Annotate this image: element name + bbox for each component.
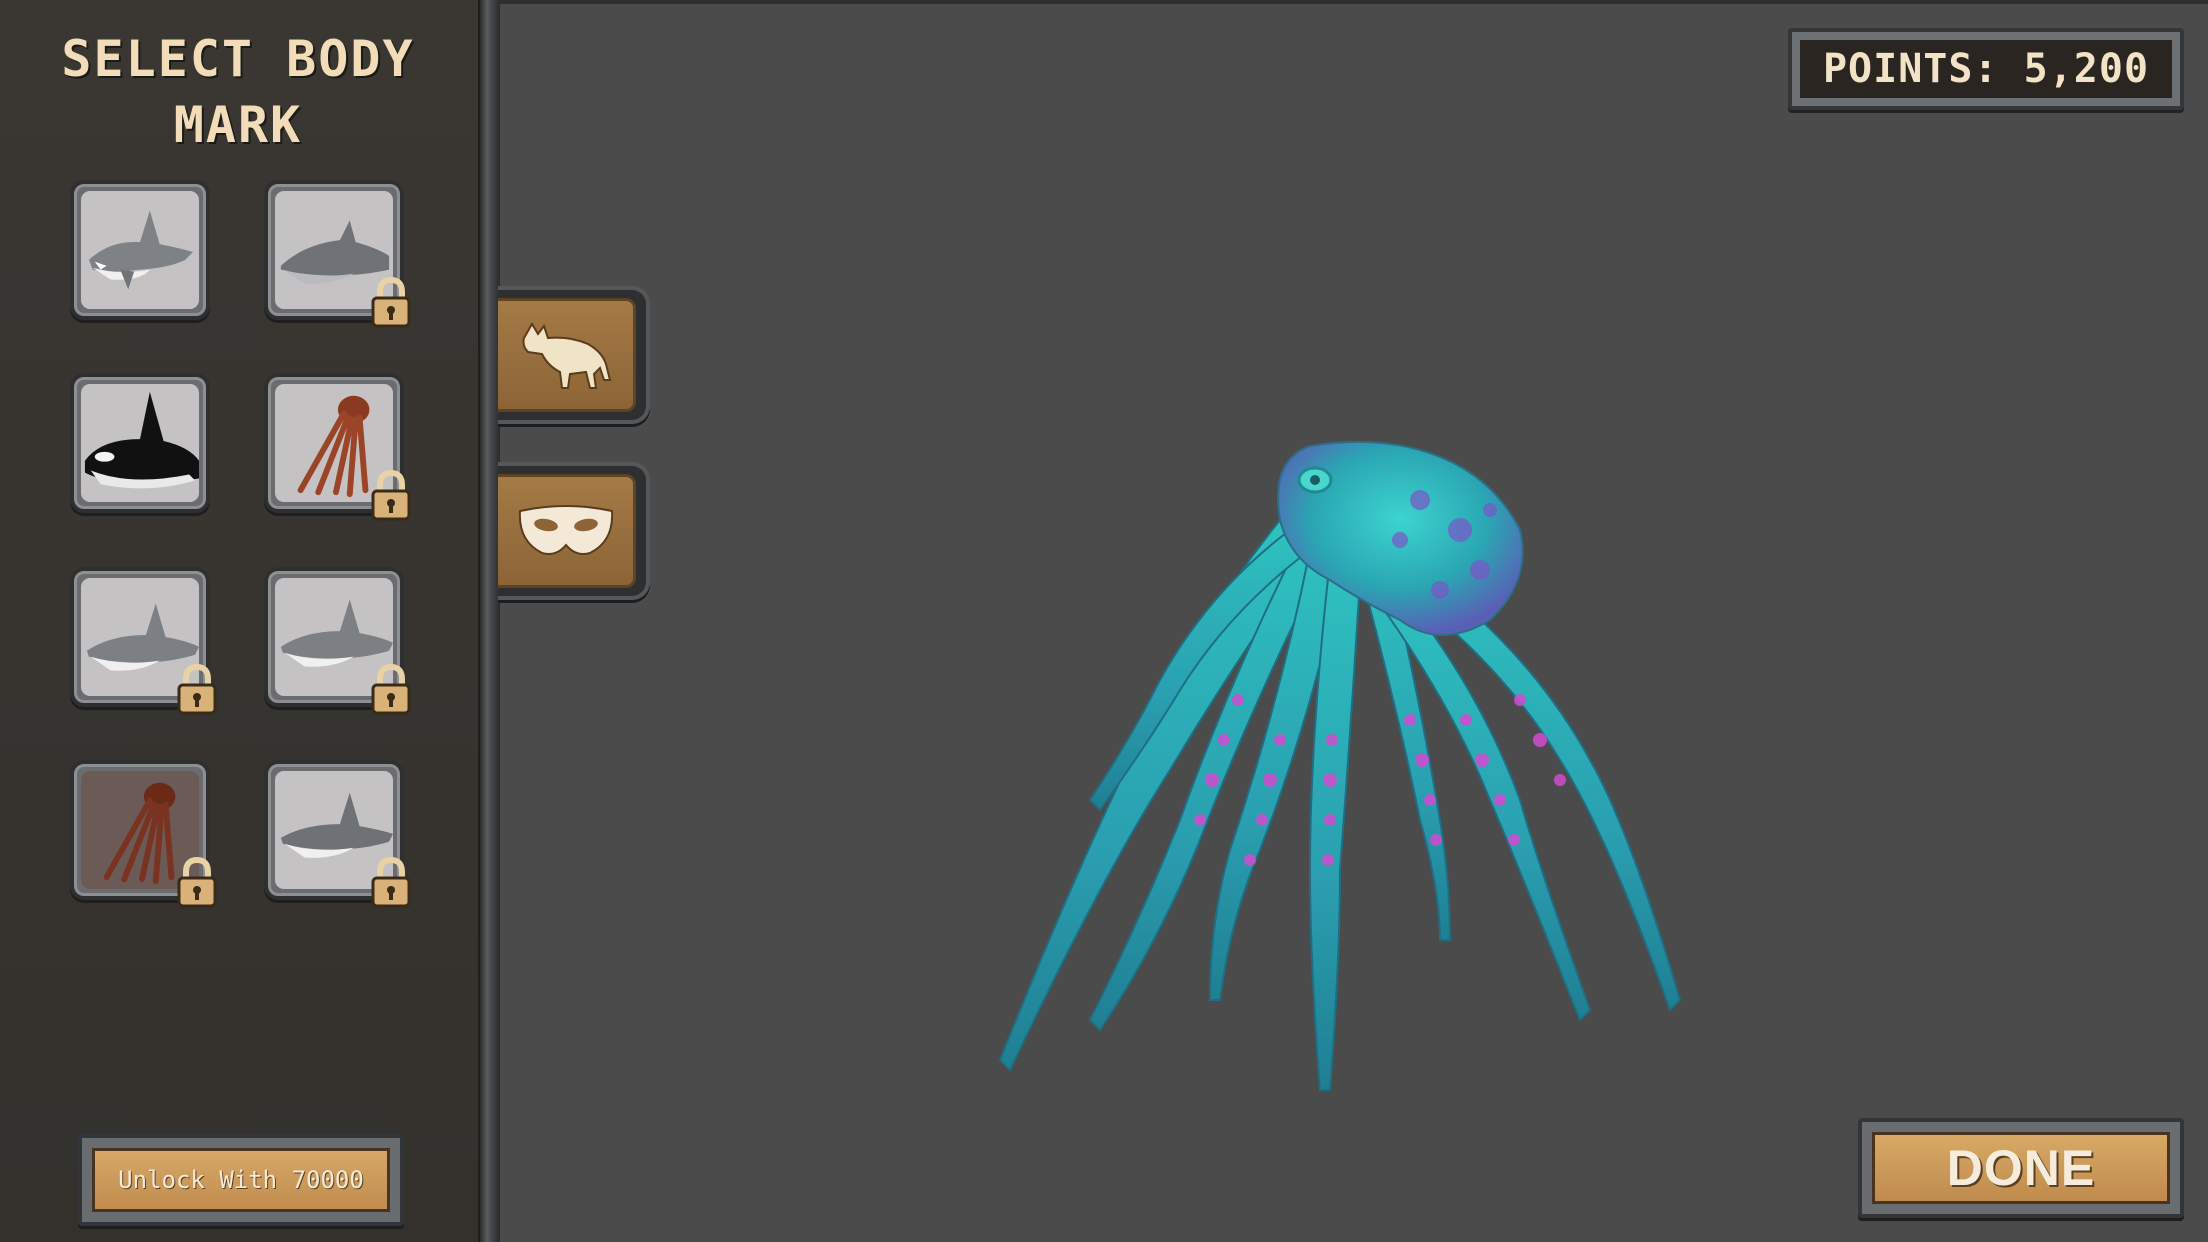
body-mark-slot-4[interactable] — [264, 373, 411, 521]
wolf-icon — [522, 322, 611, 389]
body-mark-slot-2[interactable] — [264, 180, 411, 328]
body-mark-slot-1[interactable] — [70, 180, 210, 320]
great-white-shark-icon — [88, 210, 194, 290]
done-button-label: DONE — [1872, 1132, 2170, 1204]
done-button[interactable]: DONE — [1858, 1118, 2184, 1218]
points-display: POINTS: 5,200 — [1788, 28, 2184, 110]
sidebar-title-line1: SELECT BODY — [61, 30, 415, 88]
lock-icon — [371, 469, 411, 521]
orca-icon — [84, 391, 199, 489]
body-mark-slot-7[interactable] — [70, 760, 217, 908]
body-mark-slot-6[interactable] — [264, 567, 411, 715]
lock-icon — [371, 663, 411, 715]
tab-animal[interactable] — [498, 286, 650, 424]
sidebar-title: SELECT BODY MARK — [20, 26, 456, 158]
sidebar-title-line2: MARK — [173, 96, 303, 154]
mask-icon — [518, 505, 613, 555]
unlock-button[interactable]: Unlock With 70000 — [78, 1134, 404, 1226]
body-mark-slot-5[interactable] — [70, 567, 217, 715]
body-mark-slot-8[interactable] — [264, 760, 411, 908]
lock-icon — [371, 276, 411, 328]
body-mark-slot-3[interactable] — [70, 373, 210, 513]
lock-icon — [177, 856, 217, 908]
tab-body-mark[interactable] — [498, 462, 650, 600]
unlock-button-label: Unlock With 70000 — [92, 1148, 390, 1212]
lock-icon — [177, 663, 217, 715]
points-label: POINTS: 5,200 — [1800, 40, 2172, 98]
lock-icon — [371, 856, 411, 908]
body-mark-sidebar: SELECT BODY MARK Unlock With 70000 — [0, 0, 478, 1242]
octopus-model — [998, 440, 1682, 1091]
sidebar-divider — [478, 0, 500, 1242]
top-strip — [500, 0, 2208, 4]
